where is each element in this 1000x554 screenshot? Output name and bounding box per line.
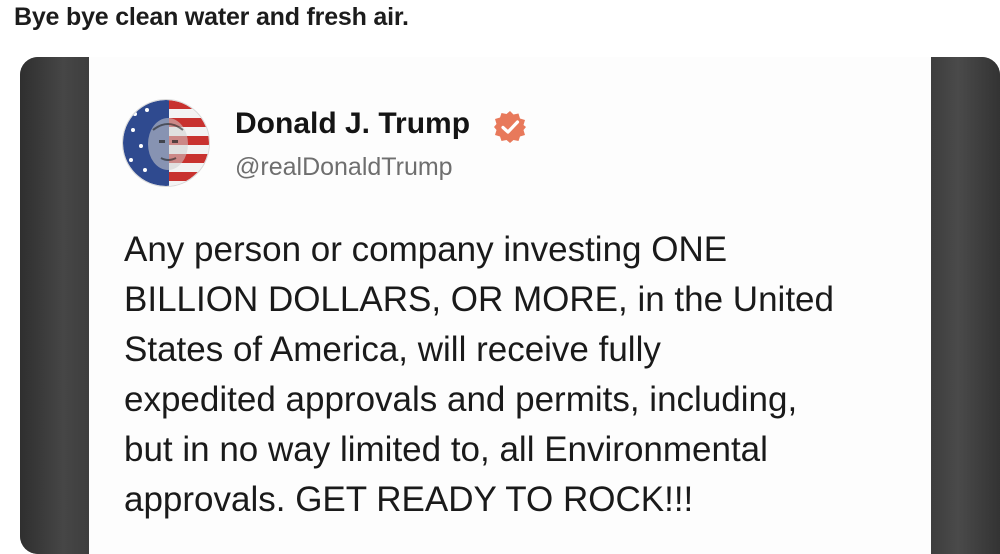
post-text-line: but in no way limited to, all Environmen…	[124, 430, 768, 469]
author-handle[interactable]: @realDonaldTrump	[235, 153, 453, 182]
verified-badge-icon	[494, 111, 526, 143]
avatar[interactable]	[122, 99, 210, 187]
post-text-line: expedited approvals and permits, includi…	[124, 380, 798, 419]
post-text-line: States of America, will receive fully	[124, 330, 661, 369]
author-name[interactable]: Donald J. Trump	[235, 107, 470, 141]
page: Bye bye clean water and fresh air. Donal…	[0, 0, 1000, 554]
image-right-margin	[930, 57, 1000, 554]
post-caption: Bye bye clean water and fresh air.	[14, 3, 409, 31]
screenshot-image[interactable]: Donald J. Trump @realDonaldTrump Any per…	[20, 57, 1000, 554]
post-text-line: approvals. GET READY TO ROCK!!!	[124, 480, 694, 519]
post-text-line: BILLION DOLLARS, OR MORE, in the United	[124, 280, 834, 319]
post-text-line: Any person or company investing ONE	[124, 230, 728, 269]
flag-portrait-avatar-icon	[123, 100, 209, 186]
post-text: Any person or company investing ONE BILL…	[124, 225, 914, 525]
image-left-margin	[20, 57, 92, 554]
embedded-post-card: Donald J. Trump @realDonaldTrump Any per…	[89, 57, 931, 554]
